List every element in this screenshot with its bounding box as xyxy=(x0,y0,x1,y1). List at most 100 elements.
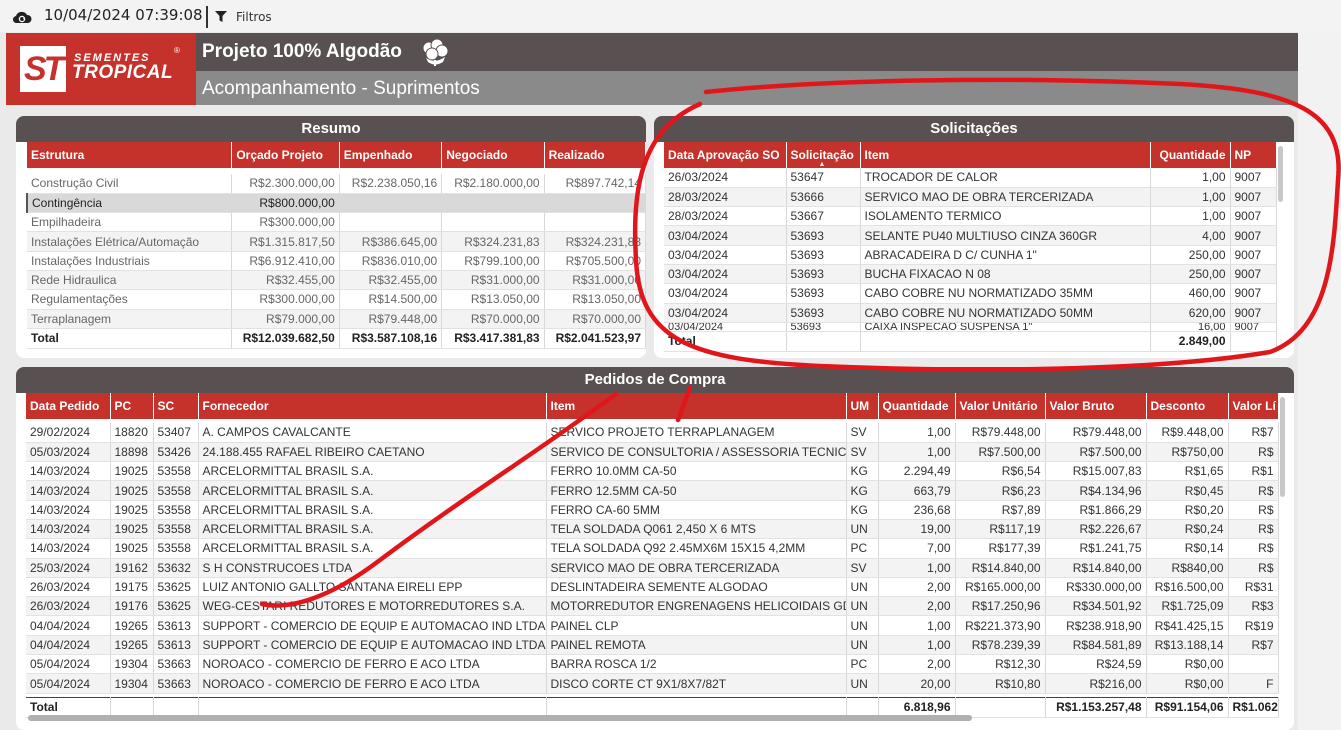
column-header[interactable]: NP xyxy=(1230,142,1277,168)
column-header[interactable]: Data Pedido xyxy=(26,393,111,419)
table-cell: PAINEL REMOTA xyxy=(546,635,847,656)
table-cell: 19025 xyxy=(110,538,154,559)
table-row[interactable]: 03/04/2024 53693 ABRACADEIRA D C/ CUNHA 1"… xyxy=(664,245,1277,265)
column-header[interactable]: Quantidade xyxy=(878,393,956,419)
column-header[interactable]: Negociado xyxy=(441,142,545,168)
table-row[interactable]: 03/04/2024 53693 SELANTE PU40 MULTIUSO CIN… xyxy=(664,225,1277,246)
column-header[interactable]: SC xyxy=(153,393,199,419)
table-cell: R$14.840,00 xyxy=(955,558,1046,578)
column-header[interactable]: Desconto xyxy=(1146,393,1229,419)
table-cell: ARCELORMITTAL BRASIL S.A. xyxy=(198,538,547,559)
table-cell: 14/03/2024 xyxy=(26,519,111,540)
table-cell: 14/03/2024 xyxy=(26,500,111,520)
filters-button[interactable]: Filtros xyxy=(236,10,272,24)
table-cell: TELA SOLDADA Q92 2.45MX6M 15X15 4,2MM xyxy=(546,538,847,559)
table-row[interactable]: 03/04/2024 53693 BUCHA FIXACAO N 08 250,00 9… xyxy=(664,264,1277,285)
table-row[interactable]: 26/03/2024 53647 TROCADOR DE CALOR 1,00 9007 xyxy=(664,168,1277,188)
column-header[interactable]: Estrutura xyxy=(27,142,233,168)
table-row[interactable]: Instalações Elétrica/Automação R$1.315.81… xyxy=(27,231,646,252)
column-header[interactable]: PC xyxy=(110,393,154,419)
table-cell: 53407 xyxy=(153,423,199,443)
table-cell: UN xyxy=(846,635,879,656)
table-row[interactable]: 14/03/2024 19025 53558 ARCELORMITTAL BRASIL… xyxy=(26,500,1279,520)
table-cell: R$4.134,96 xyxy=(1045,480,1147,501)
table-row[interactable]: Terraplanagem R$79.000,00 R$79.448,00 R$70.… xyxy=(27,309,646,329)
table-cell: 05/04/2024 xyxy=(26,673,111,694)
table-row[interactable]: 28/03/2024 53666 SERVICO MAO DE OBRA TERCE… xyxy=(664,187,1277,208)
table-cell: 53558 xyxy=(153,519,199,540)
table-cell: KG xyxy=(846,500,879,520)
column-header[interactable]: Valor Unitário xyxy=(955,393,1046,419)
table-cell: R$0,45 xyxy=(1146,480,1229,501)
table-cell: R$ xyxy=(1228,519,1279,540)
table-row[interactable]: 05/04/2024 19304 53663 NOROACO - COMERCIO D… xyxy=(26,673,1279,694)
table-cell: R$0,00 xyxy=(1146,673,1229,694)
table-row[interactable]: 04/04/2024 19265 53613 SUPPORT - COMERCIO D… xyxy=(26,635,1279,656)
table-row[interactable]: 14/03/2024 19025 53558 ARCELORMITTAL BRASIL… xyxy=(26,519,1279,540)
column-header[interactable]: Data Aprovação SO xyxy=(664,142,787,168)
table-row[interactable]: 03/04/2024 53693 CABO COBRE NU NORMATIZADO… xyxy=(664,303,1277,323)
table-cell: UN xyxy=(846,577,879,598)
table-row[interactable]: 05/04/2024 19304 53663 NOROACO - COMERCIO D… xyxy=(26,654,1279,675)
table-row[interactable]: 05/03/2024 18898 53426 24.188.455 RAFAEL RI… xyxy=(26,442,1279,463)
table-row[interactable]: 14/03/2024 19025 53558 ARCELORMITTAL BRASIL… xyxy=(26,461,1279,482)
vertical-scrollbar[interactable] xyxy=(1280,397,1285,497)
column-header[interactable]: UM xyxy=(846,393,879,419)
table-row[interactable]: Regulamentações R$300.000,00 R$14.500,00 R$… xyxy=(27,289,646,310)
table-cell: BARRA ROSCA 1/2 xyxy=(546,654,847,675)
horizontal-scrollbar[interactable] xyxy=(28,715,972,721)
top-bar: 10/04/2024 07:39:08 Filtros xyxy=(0,0,1341,32)
table-row[interactable]: Construção Civil R$2.300.000,00 R$2.238.05… xyxy=(27,174,646,194)
table-cell: TELA SOLDADA Q061 2,450 X 6 MTS xyxy=(546,519,847,540)
table-cell: 2,00 xyxy=(878,596,956,617)
table-cell: 19025 xyxy=(110,461,154,482)
table-row[interactable]: 25/03/2024 19162 53632 S H CONSTRUCOES LTDA… xyxy=(26,558,1279,578)
table-row[interactable]: 29/02/2024 18820 53407 A. CAMPOS CAVALCANTE… xyxy=(26,423,1279,443)
table-cell: R$14.840,00 xyxy=(1045,558,1147,578)
column-header[interactable]: Orçado Projeto xyxy=(231,142,340,168)
table-cell: R$238.918,90 xyxy=(1045,615,1147,636)
resumo-title: Resumo xyxy=(16,116,646,142)
column-header-sorted[interactable]: Solicitação ▲ xyxy=(786,142,861,168)
funnel-icon[interactable] xyxy=(214,10,228,23)
table-row-partial[interactable]: 03/04/2024 53693 CAIXA INSPECAO SUSPENSA 1… xyxy=(664,322,1277,332)
table-row[interactable]: 28/03/2024 53667 ISOLAMENTO TERMICO 1,00 900… xyxy=(664,206,1277,227)
column-header[interactable]: Item xyxy=(860,142,1151,168)
registered-mark: ® xyxy=(174,46,180,55)
column-header[interactable]: Fornecedor xyxy=(198,393,547,419)
table-cell: 1,00 xyxy=(878,442,956,463)
table-row[interactable]: 26/03/2024 19175 53625 LUIZ ANTONIO GALLTO … xyxy=(26,577,1279,598)
table-cell: R$216,00 xyxy=(1045,673,1147,694)
column-header[interactable]: Quantidade xyxy=(1150,142,1231,168)
table-cell: R$6,23 xyxy=(955,480,1046,501)
table-row[interactable]: 14/03/2024 19025 53558 ARCELORMITTAL BRASIL… xyxy=(26,538,1279,559)
column-header[interactable]: Empenhado xyxy=(339,142,443,168)
table-cell: 19025 xyxy=(110,500,154,520)
table-row[interactable]: Empilhadeira R$300.000,00 xyxy=(27,212,646,233)
table-cell: R$19 xyxy=(1228,615,1279,636)
table-cell: R$1.153.257,48 xyxy=(1045,696,1147,718)
table-cell: 53426 xyxy=(153,442,199,463)
table-row[interactable]: Instalações Industriais R$6.912.410,00 R$8… xyxy=(27,251,646,271)
column-header[interactable]: Item xyxy=(546,393,847,419)
table-cell: 20,00 xyxy=(878,673,956,694)
table-row[interactable]: 03/04/2024 53693 CABO COBRE NU NORMATIZADO… xyxy=(664,283,1277,304)
table-row[interactable]: Rede Hidraulica R$32.455,00 R$32.455,00 R$3… xyxy=(27,270,646,291)
vertical-scrollbar[interactable] xyxy=(1278,146,1283,202)
table-row[interactable]: 26/03/2024 19176 53625 WEG-CESTARI REDUTORE… xyxy=(26,596,1279,617)
table-cell: R$78.239,39 xyxy=(955,635,1046,656)
table-cell: ARCELORMITTAL BRASIL S.A. xyxy=(198,519,547,540)
table-cell: R$ xyxy=(1228,538,1279,559)
column-header[interactable]: Realizado xyxy=(544,142,646,168)
table-row-selected[interactable]: Contingência R$800.000,00 xyxy=(26,193,646,214)
total-row: Total R$12.039.682,50 R$3.587.108,16 R$3.41… xyxy=(27,327,646,349)
refresh-icon[interactable] xyxy=(12,9,32,25)
table-cell: 05/03/2024 xyxy=(26,442,111,463)
column-header[interactable]: Valor Lí xyxy=(1228,393,1279,419)
table-cell: SV xyxy=(846,558,879,578)
table-row[interactable]: 14/03/2024 19025 53558 ARCELORMITTAL BRASIL… xyxy=(26,480,1279,501)
table-cell: 14/03/2024 xyxy=(26,480,111,501)
column-header[interactable]: Valor Bruto xyxy=(1045,393,1147,419)
table-cell: 53558 xyxy=(153,480,199,501)
table-row[interactable]: 04/04/2024 19265 53613 SUPPORT - COMERCIO D… xyxy=(26,615,1279,636)
